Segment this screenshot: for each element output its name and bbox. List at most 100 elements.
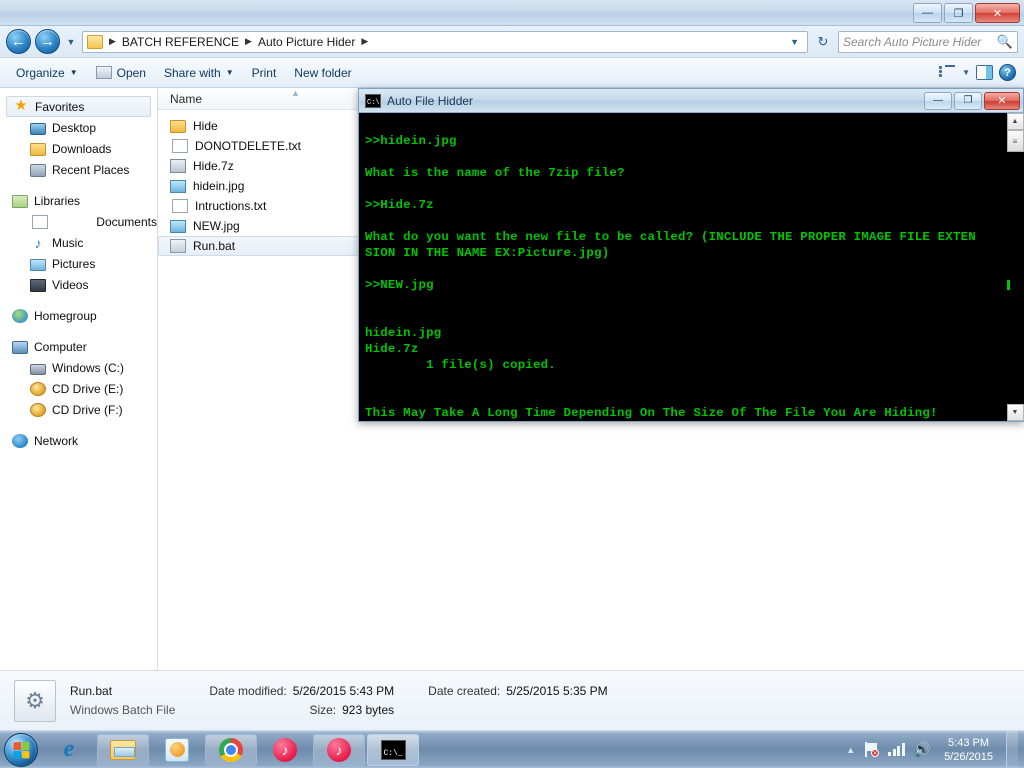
help-icon[interactable]: ? [999, 64, 1016, 81]
breadcrumb-item-0[interactable]: BATCH REFERENCE [119, 33, 242, 51]
pictures-icon [30, 258, 46, 271]
details-file-column: Run.bat Windows Batch File [70, 684, 175, 717]
sidebar-label: Desktop [52, 120, 97, 135]
batch-file-icon [170, 239, 186, 253]
scrollbar-green-marker [1006, 280, 1010, 290]
sidebar-item-favorites[interactable]: ★ Favorites [6, 96, 151, 117]
details-size-value: 923 bytes [342, 703, 395, 717]
signal-bars-icon[interactable] [888, 743, 905, 756]
desktop: — ❐ ✕ ← → ▼ ▶ BATCH REFERENCE ▶ Auto Pic… [0, 0, 1024, 768]
volume-icon[interactable]: 🔊 [914, 741, 931, 758]
taskbar-item-itunes[interactable]: ♪ [259, 734, 311, 766]
clock[interactable]: 5:43 PM 5/26/2015 [940, 736, 997, 764]
file-name: NEW.jpg [193, 219, 240, 233]
back-button[interactable]: ← [6, 29, 31, 54]
sidebar-item-libraries[interactable]: Libraries [0, 190, 157, 211]
close-button[interactable]: ✕ [975, 3, 1020, 23]
taskbar-item-command-prompt[interactable]: C:\_ [367, 733, 419, 766]
console-close-button[interactable]: ✕ [984, 91, 1020, 110]
console-window-controls: — ❐ ✕ [924, 91, 1023, 110]
itunes-icon: ♪ [327, 737, 351, 762]
sidebar-item-windows-c[interactable]: Windows (C:) [0, 357, 157, 378]
folder-icon [170, 119, 186, 133]
sidebar-item-cd-drive-f[interactable]: CD Drive (F:) [0, 399, 157, 420]
sidebar-label: Documents [96, 214, 157, 229]
details-date-created-value: 5/25/2015 5:35 PM [506, 684, 608, 698]
refresh-button[interactable]: ↻ [812, 31, 834, 53]
start-button[interactable] [4, 732, 38, 767]
change-view-icon[interactable] [938, 65, 956, 80]
sidebar-item-downloads[interactable]: Downloads [0, 138, 157, 159]
share-with-button[interactable]: Share with ▼ [156, 62, 242, 84]
clock-time: 5:43 PM [948, 736, 990, 749]
print-label: Print [251, 65, 277, 80]
maximize-button[interactable]: ❐ [944, 3, 973, 23]
sidebar-item-documents[interactable]: Documents [0, 211, 157, 232]
scrollbar-thumb[interactable]: ≡ [1006, 130, 1024, 152]
search-input[interactable]: Search Auto Picture Hider 🔍 [838, 30, 1018, 53]
breadcrumb-item-1[interactable]: Auto Picture Hider [255, 33, 358, 51]
windows-media-player-icon [165, 737, 189, 762]
forward-button[interactable]: → [35, 29, 60, 54]
document-icon [32, 215, 48, 229]
show-desktop-button[interactable] [1006, 730, 1018, 768]
command-toolbar: Organize ▼ Open Share with ▼ Print New f… [0, 58, 1024, 88]
taskbar-item-windows-explorer[interactable] [97, 733, 149, 766]
breadcrumb-separator-icon[interactable]: ▶ [244, 36, 253, 47]
organize-button[interactable]: Organize ▼ [8, 62, 86, 84]
show-hidden-icons-button[interactable]: ▲ [846, 745, 855, 755]
network-flag-icon[interactable]: ✕ [864, 742, 880, 757]
address-dropdown-caret-icon[interactable]: ▼ [784, 37, 805, 47]
scroll-down-button[interactable]: ▼ [1006, 404, 1024, 421]
console-title-bar[interactable]: C:\ Auto File Hidder — ❐ ✕ [359, 89, 1023, 113]
sidebar-label: Recent Places [52, 162, 130, 177]
recent-pages-caret-icon[interactable]: ▼ [64, 37, 78, 47]
sidebar-item-homegroup[interactable]: Homegroup [0, 305, 157, 326]
windows-explorer-icon [110, 739, 136, 760]
new-folder-label: New folder [294, 65, 352, 80]
sidebar-item-videos[interactable]: Videos [0, 274, 157, 295]
share-with-label: Share with [163, 65, 221, 80]
sidebar-item-music[interactable]: ♪ Music [0, 232, 157, 253]
search-icon[interactable]: 🔍 [997, 34, 1013, 50]
sidebar-item-pictures[interactable]: Pictures [0, 253, 157, 274]
print-button[interactable]: Print [244, 62, 285, 84]
sidebar-item-desktop[interactable]: Desktop [0, 117, 157, 138]
details-date-created: Date created: 5/25/2015 5:35 PM [428, 684, 607, 698]
folder-icon [87, 34, 103, 49]
sidebar-item-recent-places[interactable]: Recent Places [0, 159, 157, 180]
flag-glyph: ✕ [864, 742, 880, 757]
folder-icon [30, 143, 46, 156]
console-minimize-button[interactable]: — [924, 91, 952, 110]
details-size: Size: 923 bytes [309, 703, 394, 717]
change-view-caret-icon[interactable]: ▼ [962, 68, 970, 77]
breadcrumb-separator-icon[interactable]: ▶ [360, 36, 369, 47]
console-body: >>hidein.jpg What is the name of the 7zi… [359, 113, 1024, 421]
console-scrollbar[interactable]: ▲ ≡ ▼ [1006, 113, 1024, 421]
sidebar-item-cd-drive-e[interactable]: CD Drive (E:) [0, 378, 157, 399]
cd-drive-icon [30, 403, 46, 417]
open-button[interactable]: Open [88, 62, 154, 84]
new-folder-button[interactable]: New folder [286, 62, 359, 84]
address-bar[interactable]: ▶ BATCH REFERENCE ▶ Auto Picture Hider ▶… [82, 30, 808, 53]
breadcrumb-separator-icon[interactable]: ▶ [108, 36, 117, 47]
scroll-up-button[interactable]: ▲ [1006, 113, 1024, 130]
minimize-button[interactable]: — [913, 3, 942, 23]
sidebar-item-network[interactable]: Network [0, 430, 157, 451]
column-header-name[interactable]: Name [158, 92, 358, 106]
console-title: Auto File Hidder [387, 93, 474, 108]
taskbar-item-internet-explorer[interactable]: e [43, 734, 95, 766]
taskbar-item-itunes-window[interactable]: ♪ [313, 733, 365, 766]
text-file-icon [172, 199, 188, 213]
taskbar-item-google-chrome[interactable] [205, 733, 257, 766]
sidebar-item-computer[interactable]: Computer [0, 336, 157, 357]
taskbar-item-windows-media-player[interactable] [151, 734, 203, 766]
file-name: Hide [193, 119, 218, 133]
explorer-title-bar[interactable]: — ❐ ✕ [0, 0, 1024, 26]
scrollbar-track[interactable]: ≡ [1006, 130, 1024, 404]
console-maximize-button[interactable]: ❐ [954, 91, 982, 110]
show-preview-pane-icon[interactable] [976, 65, 993, 80]
star-icon: ★ [14, 96, 28, 114]
